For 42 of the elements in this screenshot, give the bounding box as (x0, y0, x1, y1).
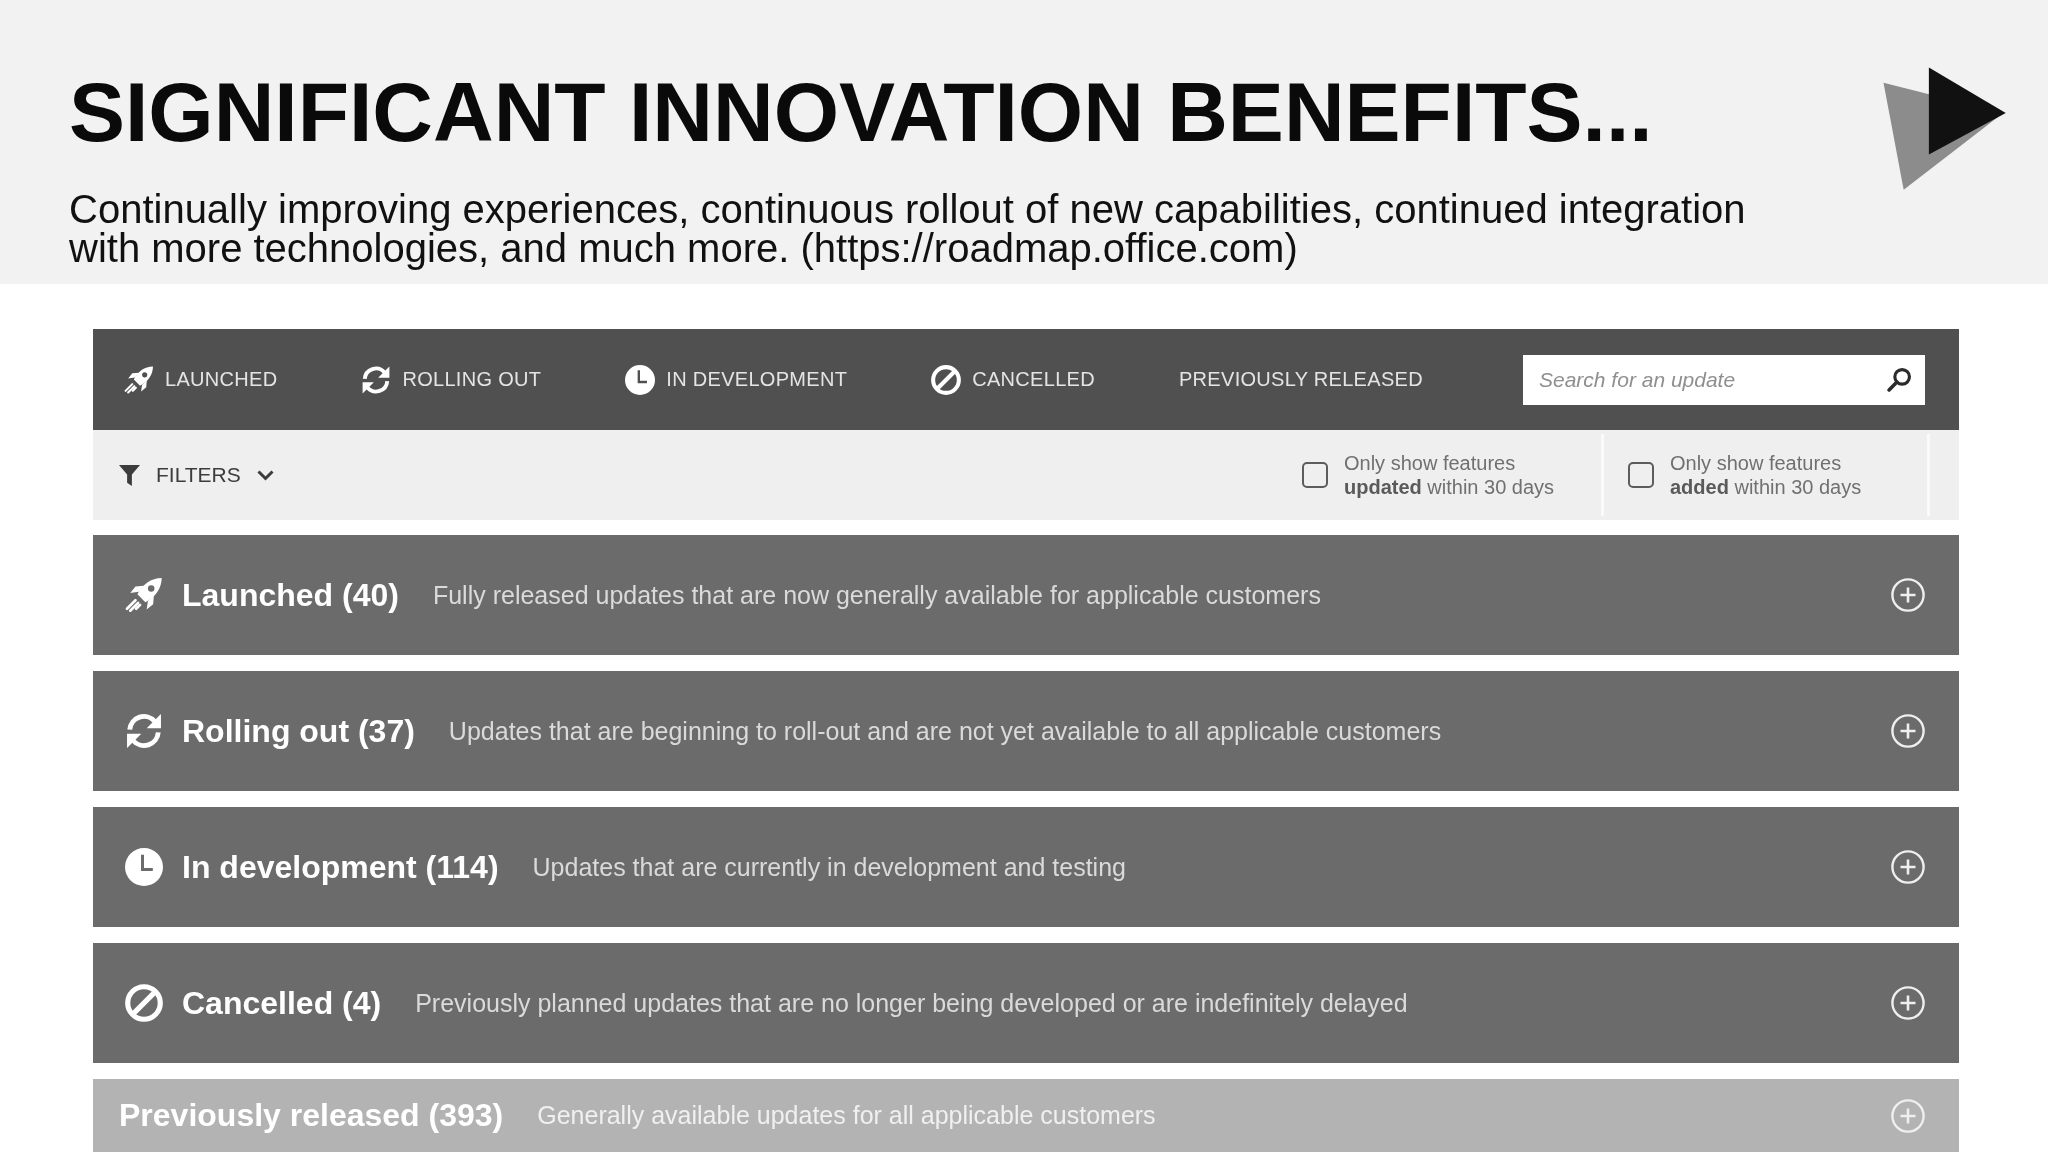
play-logo-icon (1881, 65, 2007, 191)
nav-tab[interactable]: PREVIOUSLY RELEASED (1178, 368, 1423, 391)
section-description: Previously planned updates that are no longer being developed or are indefinitely delayed (415, 988, 1408, 1018)
slide-subtitle: Continually improving experiences, continuous rollout of new capabilities, continued integration with more technologies, and much more. (https://roadmap.office.com) (69, 190, 1747, 268)
nav-tab[interactable]: IN DEVELOPMENT (625, 364, 848, 395)
section-description: Updates that are beginning to roll-out and are not yet available to all applicable customers (448, 716, 1442, 746)
prohibited-icon (125, 984, 163, 1022)
rocket-icon (124, 364, 154, 395)
search-icon[interactable] (1887, 367, 1911, 392)
checkbox-label[interactable]: Only show features added within 30 days (1670, 451, 1900, 499)
nav-tab[interactable]: LAUNCHED (124, 364, 278, 395)
section-title: Rolling out (37) (182, 712, 415, 750)
section-description: Generally available updates for all applicable customers (537, 1101, 1156, 1130)
section-title: Previously released (393) (119, 1097, 504, 1134)
clock-icon (625, 364, 656, 395)
section-title: In development (114) (182, 848, 499, 886)
filters-button[interactable]: FILTERS (119, 463, 274, 487)
slide-title: SIGNIFICANT INNOVATION BENEFITS... (69, 70, 1653, 154)
clock-icon (125, 848, 163, 886)
funnel-icon (119, 464, 140, 486)
rocket-icon (125, 576, 163, 614)
section-title: Launched (40) (182, 576, 399, 614)
sync-icon (361, 364, 392, 395)
section-header[interactable]: In development (114) Updates that are currently in development and testing (93, 807, 1959, 927)
plus-circle-icon[interactable] (1891, 714, 1925, 748)
plus-circle-icon[interactable] (1891, 986, 1925, 1020)
section-header[interactable]: Rolling out (37) Updates that are beginning to roll-out and are not yet available to all applicable customers (93, 671, 1959, 791)
checkbox[interactable] (1628, 462, 1654, 488)
section-header[interactable]: Launched (40) Fully released updates that are now generally available for applicable customers (93, 535, 1959, 655)
section-description: Updates that are currently in development and testing (532, 852, 1126, 882)
nav-tab[interactable]: ROLLING OUT (361, 364, 542, 395)
section-header[interactable]: Cancelled (4) Previously planned updates that are no longer being developed or are indefinitely delayed (93, 943, 1959, 1063)
sync-icon (125, 712, 163, 750)
nav-tab[interactable]: CANCELLED (931, 364, 1095, 395)
checkbox-label[interactable]: Only show features updated within 30 days (1344, 451, 1574, 499)
section-title: Cancelled (4) (182, 984, 382, 1022)
plus-circle-icon[interactable] (1891, 850, 1925, 884)
plus-circle-icon[interactable] (1891, 578, 1925, 612)
section-description: Fully released updates that are now generally available for applicable customers (432, 580, 1321, 610)
prohibited-icon (931, 364, 962, 395)
checkbox[interactable] (1302, 462, 1328, 488)
search-field[interactable]: Search for an update (1523, 354, 1925, 405)
